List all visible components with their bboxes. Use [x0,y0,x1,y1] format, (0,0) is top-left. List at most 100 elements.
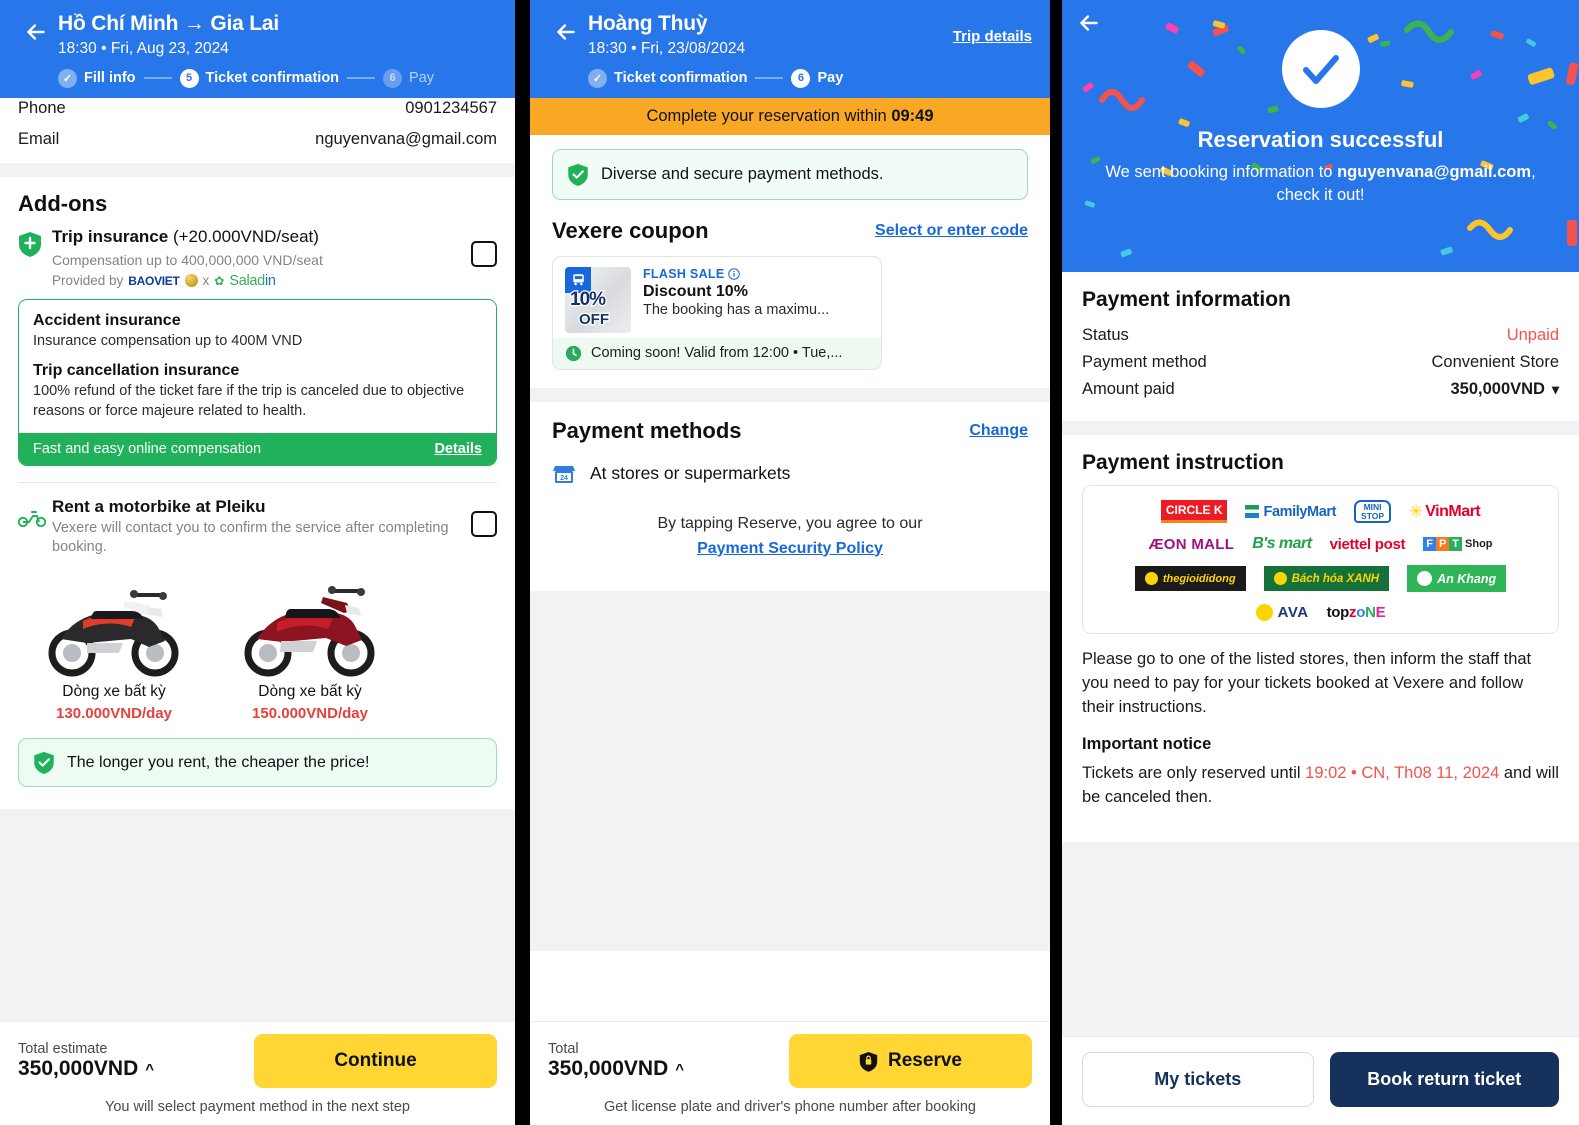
motorbike-option[interactable]: Dòng xe bất kỳ 130.000VND/day [28,565,200,722]
insurance-details-link[interactable]: Details [434,441,482,457]
total-estimate-block[interactable]: Total estimate 350,000VND ^ [18,1041,154,1081]
page-title: Hồ Chí Minh → Gia Lai [58,12,279,35]
trip-details-link[interactable]: Trip details [953,10,1036,45]
bach-hoa-xanh-logo: Bách hóa XANH [1263,566,1390,591]
back-arrow-icon[interactable] [14,10,58,54]
email-label: Email [18,129,60,148]
back-arrow-icon[interactable] [544,10,588,54]
selected-payment-method[interactable]: 24 At stores or supermarkets [530,444,1050,486]
section-divider [530,387,1050,402]
three-panel-screenshot: Hồ Chí Minh → Gia Lai 18:30 • Fri, Aug 2… [0,0,1579,1125]
accident-insurance-desc: Insurance compensation up to 400M VND [33,332,303,349]
panel3-footer: My tickets Book return ticket [1062,1036,1579,1125]
panel2-body: Diverse and secure payment methods. Vexe… [530,134,1050,1021]
select-code-link[interactable]: Select or enter code [875,222,1028,240]
book-return-ticket-button[interactable]: Book return ticket [1329,1052,1559,1107]
email-value: nguyenvana@gmail.com [315,129,497,148]
an-khang-logo: An Khang [1407,565,1507,592]
provider-separator: x [202,273,210,289]
section-divider [0,162,515,177]
motorbike-icon [17,497,52,532]
svg-text:24: 24 [560,475,568,482]
step-ticket-confirmation[interactable]: 5 Ticket confirmation [179,68,339,88]
contact-info-card: Phone 0901234567 Email nguyenvana@gmail.… [0,97,515,163]
amount-paid-row[interactable]: Amount paid 350,000VND ▾ [1082,376,1559,403]
payment-information-title: Payment information [1082,288,1291,311]
motorbike-image-red [224,565,396,677]
motorbike-image-black [28,565,200,677]
chevron-up-icon[interactable]: ^ [675,1061,684,1078]
amount-paid-amount: 350,000VND [1450,380,1545,398]
topzone-logo: topzoNE [1326,604,1386,621]
total-label: Total [548,1041,579,1057]
empty-space [530,591,1050,952]
trip-insurance-title: Trip insurance (+20.000VND/seat) [52,227,465,247]
panel2-footer: Total 350,000VND ^ Reserve Get license p… [530,1021,1050,1125]
success-banner: Reservation successful We sent booking i… [1062,0,1579,272]
logo-row-2: ÆON MALL B's mart viettel post F P T Shop [1091,535,1550,553]
motorbike-subtitle: Vexere will contact you to confirm the s… [52,520,449,556]
total-block[interactable]: Total 350,000VND ^ [548,1041,684,1081]
payment-method-row: Payment method Convenient Store [1082,349,1559,376]
aeon-mall-logo: ÆON MALL [1148,535,1235,553]
coupon-description: The booking has a maximu... [643,301,830,318]
reserve-button[interactable]: Reserve [789,1034,1032,1088]
info-icon [728,267,741,280]
payment-method-label: Payment method [1082,353,1207,371]
motorbike-option[interactable]: Dòng xe bất kỳ 150.000VND/day [224,565,396,722]
trip-insurance-checkbox[interactable] [471,240,497,267]
panel-reservation-success: Reservation successful We sent booking i… [1062,0,1579,1125]
motorbike-checkbox[interactable] [471,511,497,538]
email-row: Email nguyenvana@gmail.com [0,120,515,163]
operator-name: Hoàng Thuỳ [588,12,708,35]
store-icon: 24 [553,465,575,483]
total-amount: 350,000VND [548,1057,669,1080]
my-tickets-button[interactable]: My tickets [1082,1052,1314,1107]
rent-hint-banner: The longer you rent, the cheaper the pri… [18,738,497,788]
coupon-card[interactable]: 10% OFF FLASH SALE Discount 10% The book… [552,255,882,370]
step-indicator: ✓ Fill info 5 Ticket confirmation 6 Pay [0,59,515,88]
trip-insurance-row[interactable]: Trip insurance (+20.000VND/seat) Compens… [0,221,515,289]
step-indicator: ✓ Ticket confirmation 6 Pay [530,59,1050,88]
panel1-body: Phone 0901234567 Email nguyenvana@gmail.… [0,97,515,1021]
flash-sale-label: FLASH SALE [643,267,869,281]
change-payment-link[interactable]: Change [969,422,1028,440]
motorbike-row[interactable]: Rent a motorbike at Pleiku Vexere will c… [0,483,515,557]
back-arrow-icon[interactable] [1076,10,1102,41]
accident-insurance-title: Accident insurance [33,311,181,329]
saladin-leaf-icon: ✿ [214,273,225,288]
payment-method-name: At stores or supermarkets [590,463,791,484]
coupon-validity-text: Coming soon! Valid from 12:00 • Tue,... [591,345,843,362]
provider-line: Provided by BAOVIET x ✿ Saladin [52,273,465,289]
notice-prefix: Tickets are only reserved until [1082,764,1306,783]
status-badge: Unpaid [1506,326,1559,344]
status-label: Status [1082,326,1129,344]
coupon-header: Vexere coupon Select or enter code [530,200,1050,244]
panel1-header: Hồ Chí Minh → Gia Lai 18:30 • Fri, Aug 2… [0,0,515,98]
footer-note: You will select payment method in the ne… [105,1099,410,1115]
phone-value: 0901234567 [405,99,497,118]
addons-title: Add-ons [18,190,108,216]
panel-payment: Hoàng Thuỳ 18:30 • Fri, 23/08/2024 Trip … [530,0,1050,1125]
timer-countdown: 09:49 [891,106,934,125]
payment-security-policy-link[interactable]: Payment Security Policy [530,537,1050,562]
rent-hint-text: The longer you rent, the cheaper the pri… [67,753,370,771]
payment-methods-title: Payment methods [552,417,742,443]
step-1-badge: ✓ [58,68,77,88]
step-pay[interactable]: 6 Pay [791,68,843,88]
success-msg-prefix: We sent booking information to [1105,163,1338,181]
cancellation-insurance-desc: 100% refund of the ticket fare if the tr… [33,383,465,419]
chevron-up-icon[interactable]: ^ [145,1061,154,1078]
step-fill-info[interactable]: ✓ Fill info [58,68,136,88]
step-2-badge: 6 [791,68,811,88]
motorbike-title: Rent a motorbike at Pleiku [52,497,266,517]
step-2-badge: 5 [179,68,199,88]
chevron-down-icon[interactable]: ▾ [1552,381,1559,398]
step-ticket-confirmation[interactable]: ✓ Ticket confirmation [588,68,747,88]
step-pay[interactable]: 6 Pay [383,68,434,88]
motorbike-name: Dòng xe bất kỳ [62,683,166,701]
flash-sale-text: FLASH SALE [643,266,725,281]
continue-button[interactable]: Continue [254,1034,497,1088]
step-1-label: Fill info [84,70,136,87]
motorbike-price: 130.000VND/day [56,705,172,723]
